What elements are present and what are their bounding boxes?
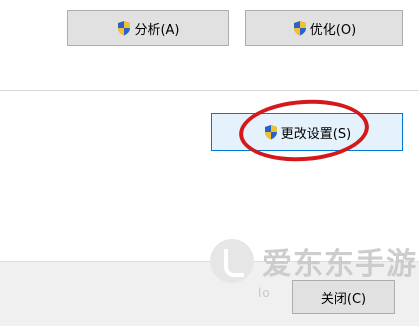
watermark-subtext: lo	[258, 286, 271, 300]
uac-shield-icon	[116, 20, 132, 36]
uac-shield-icon	[292, 20, 308, 36]
optimize-button[interactable]: 优化(O)	[245, 10, 403, 46]
change-settings-label: 更改设置(S)	[280, 126, 352, 142]
analyze-button-label: 分析(A)	[134, 22, 180, 38]
analyze-button[interactable]: 分析(A)	[67, 10, 229, 46]
close-button[interactable]: 关闭(C)	[292, 280, 395, 314]
change-settings-button[interactable]: 更改设置(S)	[211, 113, 403, 151]
optimize-button-label: 优化(O)	[309, 22, 357, 38]
uac-shield-icon	[263, 124, 279, 140]
close-button-label: 关闭(C)	[320, 291, 367, 307]
